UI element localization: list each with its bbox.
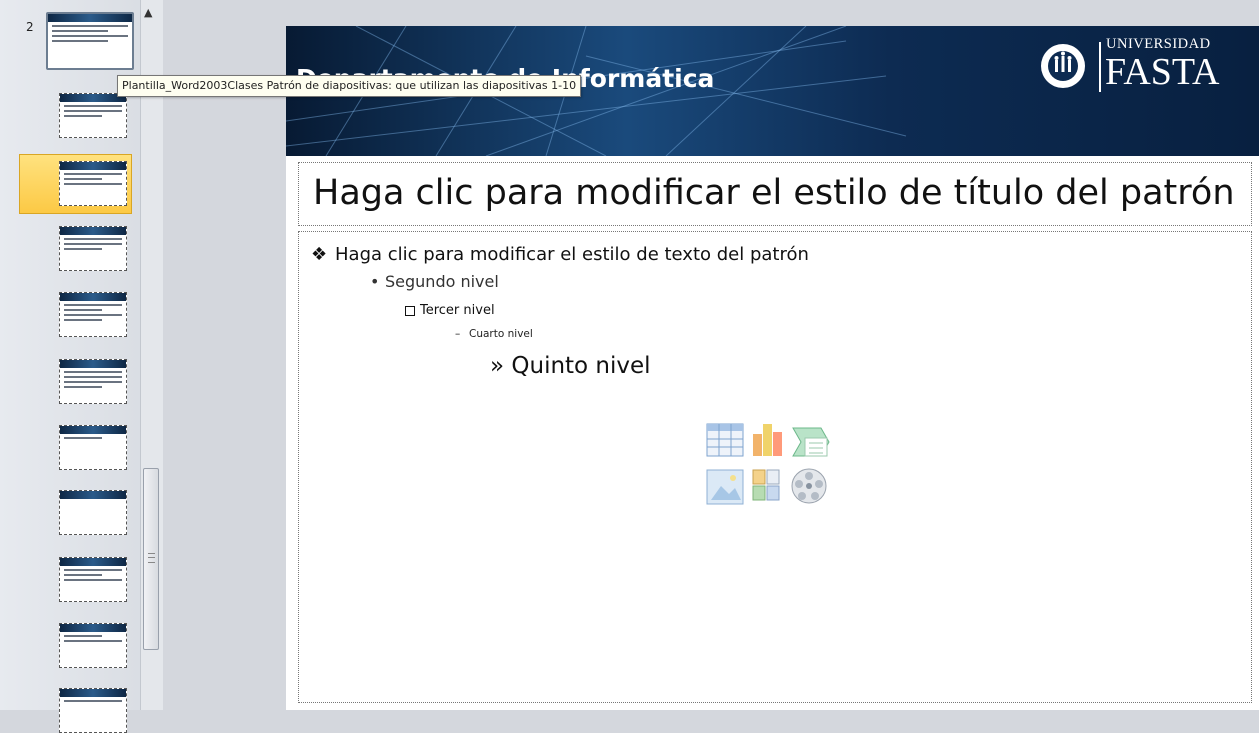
diamond-bullet-icon: ❖ [311,244,328,265]
body-level-1-text: Haga clic para modificar el estilo de te… [335,244,809,265]
layout-thumbnail[interactable] [59,490,127,535]
insert-clipart-icon[interactable] [752,469,780,501]
layout-thumbnail[interactable] [59,292,127,337]
layout-thumbnail[interactable] [59,93,127,138]
scroll-up-arrow-icon[interactable]: ▲ [144,6,152,19]
university-emblem-icon [1041,44,1085,88]
insert-content-icons [705,420,843,510]
content-placeholder[interactable]: ❖ Haga clic para modificar el estilo de t… [298,231,1252,703]
body-level-5: » Quinto nivel [490,353,651,379]
body-level-3: Tercer nivel [405,303,495,318]
body-level-2: • Segundo nivel [370,272,499,291]
layout-thumbnail[interactable] [59,623,127,668]
body-level-1: ❖ Haga clic para modificar el estilo de t… [311,244,809,265]
grip-icon [148,553,155,563]
dot-bullet-icon: • [370,272,380,291]
layout-thumbnail[interactable] [59,359,127,404]
layout-thumbnail[interactable] [59,425,127,470]
dash-bullet-icon: – [455,328,461,340]
layout-thumbnail[interactable] [59,161,127,206]
insert-table-icon[interactable] [706,423,744,457]
body-level-4-text: Cuarto nivel [469,328,533,340]
layout-thumbnail[interactable] [59,557,127,602]
slide-master-thumbnail[interactable] [46,12,134,70]
layout-thumbnail[interactable] [59,688,127,733]
slide-canvas[interactable]: Departamento de Informática UNIVERSIDAD … [286,26,1259,710]
body-level-3-text: Tercer nivel [420,303,495,318]
scrollbar-thumb[interactable] [143,468,159,650]
insert-smartart-icon[interactable] [792,427,830,457]
insert-chart-icon[interactable] [753,424,782,456]
body-level-4: – Cuarto nivel [455,328,533,340]
layout-thumbnail[interactable] [59,226,127,271]
logo-divider [1099,42,1101,92]
body-level-2-text: Segundo nivel [385,272,499,291]
title-placeholder-text: Haga clic para modificar el estilo de tí… [313,173,1235,213]
insert-picture-icon[interactable] [706,469,744,505]
title-placeholder[interactable]: Haga clic para modificar el estilo de tí… [298,162,1252,226]
logo-fasta-text: FASTA [1105,51,1220,93]
thumbnail-scrollbar[interactable]: ▲ [140,0,163,710]
insert-media-icon[interactable] [791,468,827,504]
square-bullet-icon [405,306,415,316]
slide-master-tooltip: Plantilla_Word2003Clases Patrón de diapo… [117,75,582,97]
body-level-5-text: » Quinto nivel [490,353,651,379]
slide-number: 2 [26,20,34,34]
slide-thumbnail-pane[interactable]: 2 ▲ [0,0,163,733]
